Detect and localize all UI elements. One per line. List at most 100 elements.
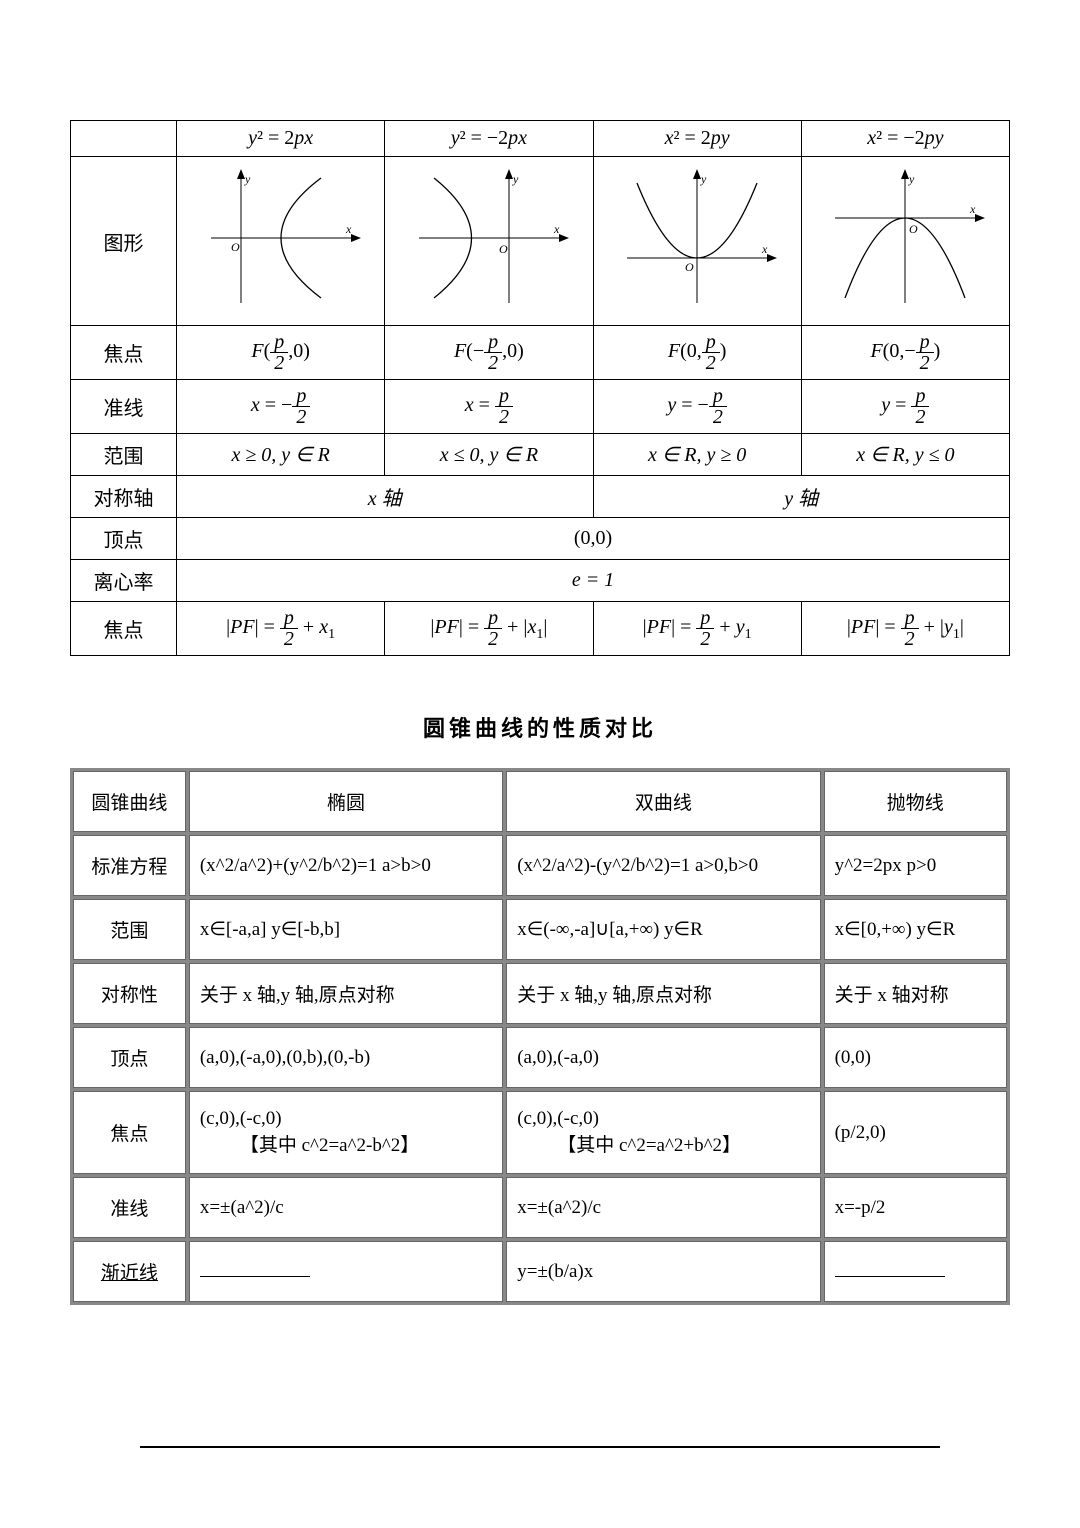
svg-text:y: y <box>908 172 915 186</box>
focal-4: |PF| = p2 + |y1| <box>801 602 1009 656</box>
header-blank <box>71 121 177 157</box>
r5c2: (c,0),(-c,0) 【其中 c^2=a^2+b^2】 <box>506 1091 820 1174</box>
h-ellipse: 椭圆 <box>189 771 503 832</box>
axis-x: x 轴 <box>177 476 594 518</box>
h-parabola: 抛物线 <box>824 771 1007 832</box>
r7c1 <box>189 1241 503 1302</box>
table-row: 标准方程 (x^2/a^2)+(y^2/b^2)=1 a>b>0 (x^2/a^… <box>73 835 1007 896</box>
svg-text:y: y <box>512 172 519 186</box>
r2c2: x∈(-∞,-a]∪[a,+∞) y∈R <box>506 899 820 960</box>
focal-3: |PF| = p2 + y1 <box>593 602 801 656</box>
parabola-properties-table: y² = 2px y² = −2px x² = 2py x² = −2py 图形… <box>70 120 1010 656</box>
table-row: 对称性 关于 x 轴,y 轴,原点对称 关于 x 轴,y 轴,原点对称 关于 x… <box>73 963 1007 1024</box>
svg-text:O: O <box>231 240 240 254</box>
r5c1a: (c,0),(-c,0) <box>200 1108 282 1129</box>
r1c2: (x^2/a^2)-(y^2/b^2)=1 a>0,b>0 <box>506 835 820 896</box>
r3c1: 关于 x 轴,y 轴,原点对称 <box>189 963 503 1024</box>
r5c1: (c,0),(-c,0) 【其中 c^2=a^2-b^2】 <box>189 1091 503 1174</box>
row-directrix-label: 准线 <box>71 380 177 434</box>
row-vertex-label: 顶点 <box>71 518 177 560</box>
parabola-up-icon: y x O <box>607 163 787 313</box>
r2c1: x∈[-a,a] y∈[-b,b] <box>189 899 503 960</box>
svg-text:y: y <box>700 172 707 186</box>
focus-1: F(p2,0) <box>177 326 385 380</box>
eq-x2-neg2py: x² = −2py <box>801 121 1009 157</box>
directrix-3: y = −p2 <box>593 380 801 434</box>
table-row: 离心率 e = 1 <box>71 560 1010 602</box>
r5: 焦点 <box>73 1091 186 1174</box>
r6c2: x=±(a^2)/c <box>506 1177 820 1238</box>
row-ecc-label: 离心率 <box>71 560 177 602</box>
blank-dash-icon <box>200 1264 310 1276</box>
range-2: x ≤ 0, y ∈ R <box>385 434 593 476</box>
r2c3: x∈[0,+∞) y∈R <box>824 899 1007 960</box>
svg-text:O: O <box>685 260 694 274</box>
footer-rule <box>140 1446 940 1448</box>
focal-1: |PF| = p2 + x1 <box>177 602 385 656</box>
parabola-left-icon: y x O <box>399 163 579 313</box>
table-row: 焦点 F(p2,0) F(−p2,0) F(0,p2) F(0,−p2) <box>71 326 1010 380</box>
r3: 对称性 <box>73 963 186 1024</box>
shape-up-open: y x O <box>593 157 801 326</box>
table-row: 顶点 (a,0),(-a,0),(0,b),(0,-b) (a,0),(-a,0… <box>73 1027 1007 1088</box>
svg-text:x: x <box>553 222 560 236</box>
eq-y2-neg2px: y² = −2px <box>385 121 593 157</box>
svg-text:O: O <box>909 222 918 236</box>
r7-asymptote: 渐近线 <box>73 1241 186 1302</box>
h0: 圆锥曲线 <box>73 771 186 832</box>
focus-2: F(−p2,0) <box>385 326 593 380</box>
eq-y2-2px: y² = 2px <box>177 121 385 157</box>
shape-left-open: y x O <box>385 157 593 326</box>
r4c3: (0,0) <box>824 1027 1007 1088</box>
blank-dash-icon <box>835 1264 945 1276</box>
parabola-right-icon: y x O <box>191 163 371 313</box>
row-range-label: 范围 <box>71 434 177 476</box>
ecc-all: e = 1 <box>177 560 1010 602</box>
parabola-down-icon: y x O <box>815 163 995 313</box>
r5c2b: 【其中 c^2=a^2+b^2】 <box>517 1130 741 1157</box>
r7c3 <box>824 1241 1007 1302</box>
row-axis-label: 对称轴 <box>71 476 177 518</box>
svg-text:x: x <box>761 242 768 256</box>
vertex-all: (0,0) <box>177 518 1010 560</box>
range-1: x ≥ 0, y ∈ R <box>177 434 385 476</box>
asymptote-link[interactable]: 渐近线 <box>101 1263 158 1284</box>
axis-y: y 轴 <box>593 476 1010 518</box>
r3c2: 关于 x 轴,y 轴,原点对称 <box>506 963 820 1024</box>
table-row: 范围 x∈[-a,a] y∈[-b,b] x∈(-∞,-a]∪[a,+∞) y∈… <box>73 899 1007 960</box>
svg-text:y: y <box>244 172 251 186</box>
eq-x2-2py: x² = 2py <box>593 121 801 157</box>
row-focus-label: 焦点 <box>71 326 177 380</box>
table-row: 对称轴 x 轴 y 轴 <box>71 476 1010 518</box>
svg-text:O: O <box>499 242 508 256</box>
r4c1: (a,0),(-a,0),(0,b),(0,-b) <box>189 1027 503 1088</box>
directrix-2: x = p2 <box>385 380 593 434</box>
r4c2: (a,0),(-a,0) <box>506 1027 820 1088</box>
r1: 标准方程 <box>73 835 186 896</box>
focal-2: |PF| = p2 + |x1| <box>385 602 593 656</box>
conic-comparison-table: 圆锥曲线 椭圆 双曲线 抛物线 标准方程 (x^2/a^2)+(y^2/b^2)… <box>70 768 1010 1305</box>
table-row: 准线 x=±(a^2)/c x=±(a^2)/c x=-p/2 <box>73 1177 1007 1238</box>
row-shape-label: 图形 <box>71 157 177 326</box>
range-4: x ∈ R, y ≤ 0 <box>801 434 1009 476</box>
table-row: 圆锥曲线 椭圆 双曲线 抛物线 <box>73 771 1007 832</box>
shape-right-open: y x O <box>177 157 385 326</box>
page: y² = 2px y² = −2px x² = 2py x² = −2py 图形… <box>0 0 1080 1528</box>
shape-down-open: y x O <box>801 157 1009 326</box>
r3c3: 关于 x 轴对称 <box>824 963 1007 1024</box>
directrix-1: x = −p2 <box>177 380 385 434</box>
table-row: 准线 x = −p2 x = p2 y = −p2 y = p2 <box>71 380 1010 434</box>
h-hyperbola: 双曲线 <box>506 771 820 832</box>
r1c3: y^2=2px p>0 <box>824 835 1007 896</box>
r6: 准线 <box>73 1177 186 1238</box>
focus-3: F(0,p2) <box>593 326 801 380</box>
comparison-title: 圆锥曲线的性质对比 <box>70 711 1010 743</box>
table-row: y² = 2px y² = −2px x² = 2py x² = −2py <box>71 121 1010 157</box>
table-row: 焦点 (c,0),(-c,0) 【其中 c^2=a^2-b^2】 (c,0),(… <box>73 1091 1007 1174</box>
table-row: 范围 x ≥ 0, y ∈ R x ≤ 0, y ∈ R x ∈ R, y ≥ … <box>71 434 1010 476</box>
svg-text:x: x <box>969 202 976 216</box>
focus-4: F(0,−p2) <box>801 326 1009 380</box>
table-row: 渐近线 y=±(b/a)x <box>73 1241 1007 1302</box>
r1c1: (x^2/a^2)+(y^2/b^2)=1 a>b>0 <box>189 835 503 896</box>
r2: 范围 <box>73 899 186 960</box>
